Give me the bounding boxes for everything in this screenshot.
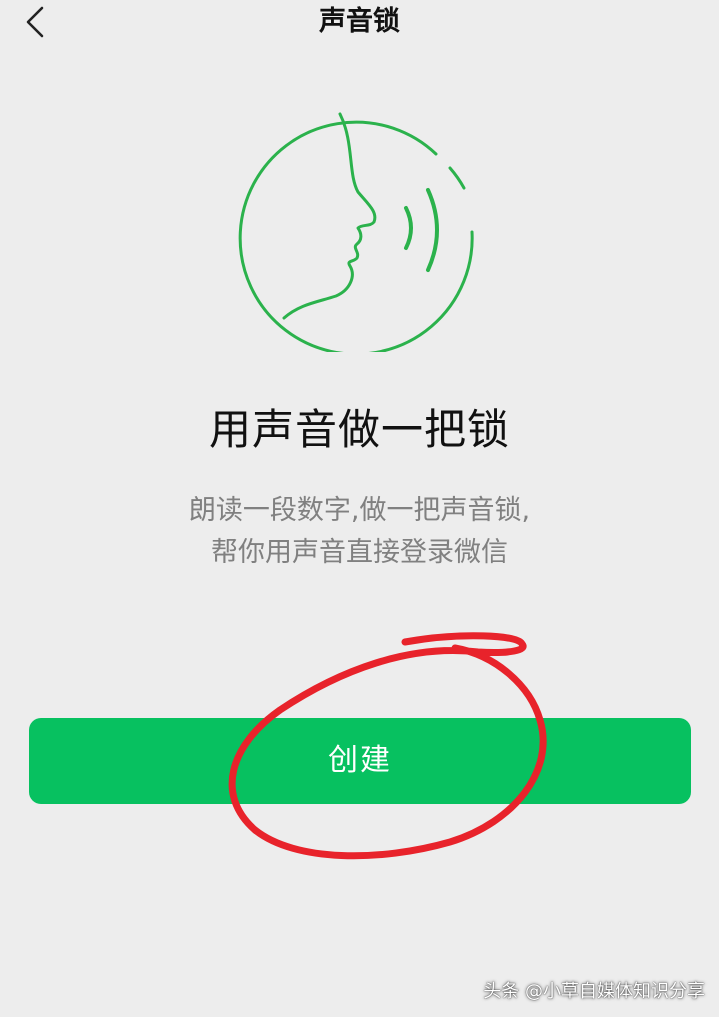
description-line-2: 帮你用声音直接登录微信 xyxy=(211,537,508,568)
watermark: 头条 @小草自媒体知识分享 xyxy=(483,981,705,1002)
headline: 用声音做一把锁 xyxy=(208,405,510,454)
description-line-1: 朗读一段数字,做一把声音锁, xyxy=(188,495,531,526)
page-title: 声音锁 xyxy=(319,6,400,37)
create-button[interactable]: 创建 xyxy=(29,718,691,804)
voice-face-icon xyxy=(238,112,474,352)
nav-bar: 声音锁 xyxy=(0,0,719,50)
description: 朗读一段数字,做一把声音锁, 帮你用声音直接登录微信 xyxy=(0,490,719,574)
create-button-label: 创建 xyxy=(328,743,392,778)
